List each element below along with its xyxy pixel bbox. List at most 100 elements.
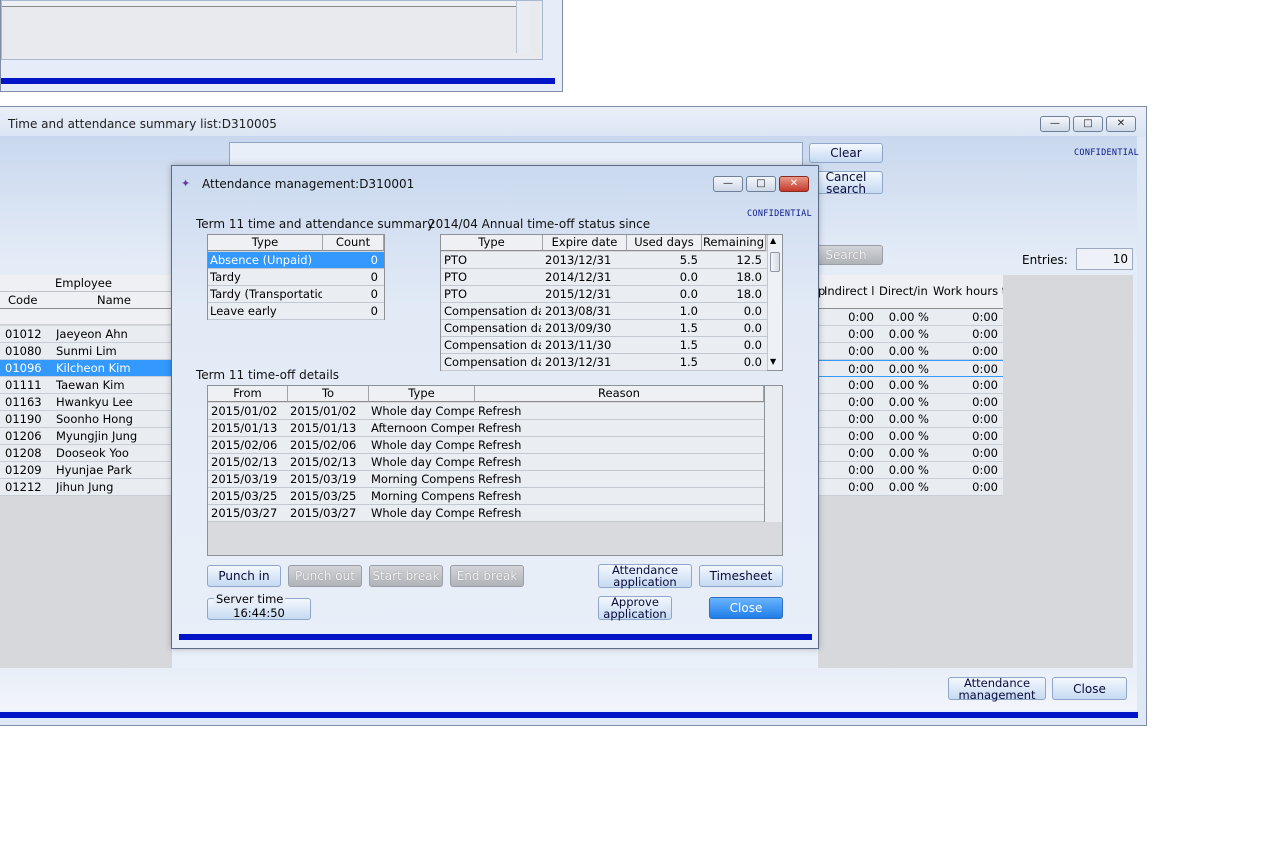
table-row[interactable]: 01012 Jaeyeon Ahn bbox=[0, 326, 172, 343]
attendance-application-button[interactable]: Attendance application bbox=[598, 564, 692, 588]
indirect-value: 0:00 bbox=[848, 327, 874, 341]
column-direct[interactable]: Direct/in bbox=[879, 284, 932, 298]
minimize-icon[interactable]: — bbox=[1040, 116, 1070, 132]
list-item[interactable]: Tardy (Transportation) 0 bbox=[208, 286, 384, 303]
details-col-from[interactable]: From bbox=[208, 386, 288, 402]
list-item[interactable]: PTO 2014/12/31 0.0 18.0 bbox=[441, 269, 767, 286]
details-from: 2015/01/13 bbox=[211, 421, 278, 435]
end-break-button[interactable]: End break bbox=[450, 565, 524, 587]
list-item[interactable]: Absence (Unpaid) 0 bbox=[208, 252, 384, 269]
table-row[interactable]: 0:00 0.00 % 0:00 bbox=[818, 462, 1003, 479]
annual-col-type[interactable]: Type bbox=[441, 235, 543, 251]
details-col-type[interactable]: Type bbox=[369, 386, 475, 402]
column-indirect[interactable]: Indirect l bbox=[824, 284, 878, 298]
summary-col-type[interactable]: Type bbox=[208, 235, 323, 251]
table-row[interactable]: 01111 Taewan Kim bbox=[0, 377, 172, 394]
table-row[interactable]: 0:00 0.00 % 0:00 bbox=[818, 360, 1003, 377]
direct-value: 0.00 % bbox=[888, 378, 929, 392]
minimize-icon[interactable]: — bbox=[713, 176, 743, 192]
details-reason: Refresh bbox=[478, 506, 522, 520]
list-item[interactable]: 2015/03/25 2015/03/25 Morning Compensation… bbox=[208, 488, 764, 505]
list-item[interactable]: 2015/03/19 2015/03/19 Morning Compensation… bbox=[208, 471, 764, 488]
table-row[interactable]: 0:00 0.00 % 0:00 bbox=[818, 428, 1003, 445]
table-row[interactable]: 0:00 0.00 % 0:00 bbox=[818, 309, 1003, 326]
table-row[interactable]: 01208 Dooseok Yoo bbox=[0, 445, 172, 462]
annual-col-expire[interactable]: Expire date bbox=[543, 235, 627, 251]
scroll-up-icon[interactable]: ▲ bbox=[770, 236, 776, 245]
summary-col-count[interactable]: Count bbox=[323, 235, 384, 251]
details-to: 2015/03/27 bbox=[290, 506, 357, 520]
details-reason: Refresh bbox=[478, 472, 522, 486]
table-row[interactable]: 01209 Hyunjae Park bbox=[0, 462, 172, 479]
start-break-button[interactable]: Start break bbox=[369, 565, 443, 587]
approve-application-button[interactable]: Approve application bbox=[598, 596, 672, 620]
annual-type: Compensation day bbox=[444, 304, 541, 318]
list-item[interactable]: Compensation day 2013/09/30 1.5 0.0 bbox=[441, 320, 767, 337]
employee-code: 01111 bbox=[5, 378, 42, 392]
list-item[interactable]: Compensation day 2013/08/31 1.0 0.0 bbox=[441, 303, 767, 320]
close-icon[interactable]: ✕ bbox=[1106, 116, 1136, 132]
summary-window-title: Time and attendance summary list:D310005 bbox=[8, 117, 277, 131]
maximize-icon[interactable]: □ bbox=[1073, 116, 1103, 132]
list-item[interactable]: 2015/01/02 2015/01/02 Whole day Compensati… bbox=[208, 403, 764, 420]
punch-in-button[interactable]: Punch in bbox=[207, 565, 281, 587]
details-type: Afternoon Compensation bbox=[371, 421, 474, 435]
summary-window-titlebar[interactable]: Time and attendance summary list:D310005… bbox=[0, 107, 1146, 137]
list-item[interactable]: 2015/02/06 2015/02/06 Whole day Compensati… bbox=[208, 437, 764, 454]
details-col-reason[interactable]: Reason bbox=[475, 386, 764, 402]
list-item[interactable]: 2015/01/13 2015/01/13 Afternoon Compensati… bbox=[208, 420, 764, 437]
employee-column-header: Code Name bbox=[0, 292, 172, 309]
table-row[interactable]: 0:00 0.00 % 0:00 bbox=[818, 377, 1003, 394]
annual-col-remaining[interactable]: Remaining bbox=[702, 235, 766, 251]
column-work-hours[interactable]: Work hours t bbox=[933, 284, 1003, 298]
table-row[interactable]: 01096 Kilcheon Kim bbox=[0, 360, 172, 377]
direct-value: 0.00 % bbox=[888, 344, 929, 358]
table-row[interactable]: 0:00 0.00 % 0:00 bbox=[818, 445, 1003, 462]
close-icon[interactable]: ✕ bbox=[779, 176, 809, 192]
annual-scrollbar[interactable]: ▲ ▼ bbox=[767, 235, 782, 370]
search-button[interactable]: Search bbox=[809, 245, 883, 265]
attendance-management-button[interactable]: Attendance management bbox=[948, 677, 1046, 701]
list-item[interactable]: PTO 2015/12/31 0.0 18.0 bbox=[441, 286, 767, 303]
list-item[interactable]: Compensation day 2013/11/30 1.5 0.0 bbox=[441, 337, 767, 354]
list-item[interactable]: Leave early 0 bbox=[208, 303, 384, 320]
background-scrollbar[interactable] bbox=[516, 1, 530, 53]
work-hours-value: 0:00 bbox=[972, 463, 998, 477]
annual-used: 0.0 bbox=[679, 270, 698, 284]
scroll-thumb[interactable] bbox=[770, 252, 780, 272]
table-row[interactable]: 01190 Soonho Hong bbox=[0, 411, 172, 428]
summary-close-button[interactable]: Close bbox=[1052, 677, 1127, 700]
punch-out-button[interactable]: Punch out bbox=[288, 565, 362, 587]
work-hours-value: 0:00 bbox=[972, 446, 998, 460]
list-item[interactable]: 2015/03/27 2015/03/27 Whole day Compensati… bbox=[208, 505, 764, 522]
details-reason: Refresh bbox=[478, 421, 522, 435]
annual-used: 1.0 bbox=[679, 304, 698, 318]
table-row[interactable]: 01163 Hwankyu Lee bbox=[0, 394, 172, 411]
clear-button[interactable]: Clear bbox=[809, 143, 883, 163]
maximize-icon[interactable]: □ bbox=[746, 176, 776, 192]
list-item[interactable]: Tardy 0 bbox=[208, 269, 384, 286]
details-col-to[interactable]: To bbox=[288, 386, 369, 402]
table-row[interactable]: 01206 Myungjin Jung bbox=[0, 428, 172, 445]
dialog-close-button[interactable]: Close bbox=[709, 597, 783, 619]
table-row[interactable]: 01080 Sunmi Lim bbox=[0, 343, 172, 360]
timesheet-button[interactable]: Timesheet bbox=[699, 565, 783, 587]
work-hours-value: 0:00 bbox=[972, 378, 998, 392]
list-item[interactable]: 2015/02/13 2015/02/13 Whole day Compensati… bbox=[208, 454, 764, 471]
column-code[interactable]: Code bbox=[8, 293, 37, 307]
column-name[interactable]: Name bbox=[97, 293, 131, 307]
scroll-down-icon[interactable]: ▼ bbox=[770, 357, 776, 366]
work-hours-value: 0:00 bbox=[972, 395, 998, 409]
list-item[interactable]: PTO 2013/12/31 5.5 12.5 bbox=[441, 252, 767, 269]
direct-value: 0.00 % bbox=[888, 480, 929, 494]
list-item[interactable]: Compensation day 2013/12/31 1.5 0.0 bbox=[441, 354, 767, 371]
direct-value: 0.00 % bbox=[888, 362, 929, 376]
table-row[interactable]: 0:00 0.00 % 0:00 bbox=[818, 479, 1003, 496]
annual-col-used[interactable]: Used days bbox=[627, 235, 702, 251]
table-row[interactable]: 01212 Jihun Jung bbox=[0, 479, 172, 496]
cancel-search-button[interactable]: Cancel search bbox=[809, 171, 883, 195]
table-row[interactable]: 0:00 0.00 % 0:00 bbox=[818, 411, 1003, 428]
table-row[interactable]: 0:00 0.00 % 0:00 bbox=[818, 343, 1003, 360]
table-row[interactable]: 0:00 0.00 % 0:00 bbox=[818, 394, 1003, 411]
table-row[interactable]: 0:00 0.00 % 0:00 bbox=[818, 326, 1003, 343]
